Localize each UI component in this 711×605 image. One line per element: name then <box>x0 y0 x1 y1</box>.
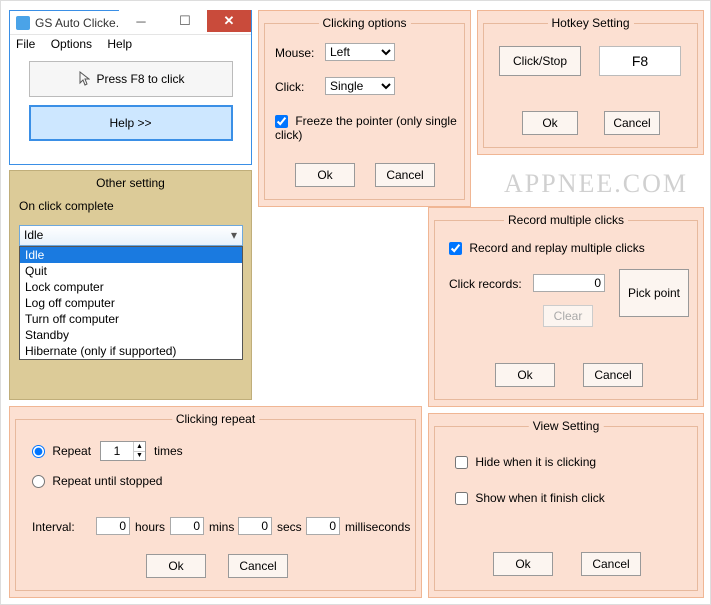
help-button[interactable]: Help >> <box>29 105 233 141</box>
record-cancel-button[interactable]: Cancel <box>583 363 643 387</box>
close-button[interactable]: ✕ <box>207 10 251 32</box>
menu-options[interactable]: Options <box>51 37 92 51</box>
hotkey-title: Hotkey Setting <box>547 16 633 30</box>
menu-help[interactable]: Help <box>107 37 132 51</box>
main-window: GS Auto Clicke... ─ ☐ ✕ File Options Hel… <box>9 10 252 165</box>
hotkey-panel: Hotkey Setting Click/Stop F8 Ok Cancel <box>477 10 704 155</box>
clear-button[interactable]: Clear <box>543 305 593 327</box>
help-label: Help >> <box>109 116 151 130</box>
show-checkbox[interactable] <box>455 492 468 505</box>
hotkey-ok-button[interactable]: Ok <box>522 111 578 135</box>
on-complete-combo[interactable]: Idle <box>19 225 243 246</box>
click-label: Click: <box>275 80 304 94</box>
click-records-label: Click records: <box>449 277 522 291</box>
view-title: View Setting <box>529 419 604 433</box>
dropdown-item-standby[interactable]: Standby <box>20 327 242 343</box>
press-hotkey-button[interactable]: Press F8 to click <box>29 61 233 97</box>
repeat-text: Repeat <box>52 444 91 458</box>
clicking-options-panel: Clicking options Mouse: Left Click: Sing… <box>258 10 471 207</box>
hotkey-display[interactable]: F8 <box>599 46 681 76</box>
show-checkbox-label[interactable]: Show when it finish click <box>455 491 605 505</box>
repeat-until-radio[interactable] <box>32 475 45 488</box>
times-label: times <box>154 444 183 458</box>
repeat-radio-label[interactable]: Repeat <box>32 444 91 458</box>
minimize-button[interactable]: ─ <box>119 10 163 32</box>
click-select[interactable]: Single <box>325 77 395 95</box>
title-bar: GS Auto Clicke... ─ ☐ ✕ <box>10 11 251 35</box>
app-icon <box>16 16 30 30</box>
watermark: APPNEE.COM <box>504 169 688 199</box>
click-records-input[interactable] <box>533 274 605 292</box>
dropdown-item-hibernate[interactable]: Hibernate (only if supported) <box>20 343 242 359</box>
repeat-group: Clicking repeat Repeat ▲ ▼ times Repeat … <box>15 419 416 591</box>
hours-input[interactable] <box>96 517 130 535</box>
hotkey-cancel-button[interactable]: Cancel <box>604 111 660 135</box>
view-cancel-button[interactable]: Cancel <box>581 552 641 576</box>
show-text: Show when it finish click <box>475 491 604 505</box>
clicking-options-group: Clicking options Mouse: Left Click: Sing… <box>264 23 465 200</box>
secs-input[interactable] <box>238 517 272 535</box>
mins-input[interactable] <box>170 517 204 535</box>
repeat-radio[interactable] <box>32 445 45 458</box>
repeat-until-label[interactable]: Repeat until stopped <box>32 474 162 488</box>
menu-file[interactable]: File <box>16 37 35 51</box>
record-checkbox-label[interactable]: Record and replay multiple clicks <box>449 241 645 255</box>
dropdown-item-logoff[interactable]: Log off computer <box>20 295 242 311</box>
on-complete-dropdown: Idle Quit Lock computer Log off computer… <box>19 246 243 360</box>
mins-label: mins <box>209 520 234 534</box>
record-checkbox[interactable] <box>449 242 462 255</box>
record-group: Record multiple clicks Record and replay… <box>434 220 698 400</box>
secs-label: secs <box>277 520 302 534</box>
ms-input[interactable] <box>306 517 340 535</box>
dropdown-item-idle[interactable]: Idle <box>20 247 242 263</box>
repeat-until-text: Repeat until stopped <box>52 474 162 488</box>
hide-checkbox-label[interactable]: Hide when it is clicking <box>455 455 596 469</box>
mouse-select[interactable]: Left <box>325 43 395 61</box>
dropdown-item-quit[interactable]: Quit <box>20 263 242 279</box>
hide-text: Hide when it is clicking <box>475 455 596 469</box>
freeze-checkbox[interactable] <box>275 115 288 128</box>
hours-label: hours <box>135 520 165 534</box>
clickstop-button[interactable]: Click/Stop <box>499 46 581 76</box>
pick-point-button[interactable]: Pick point <box>619 269 689 317</box>
repeat-title: Clicking repeat <box>172 412 259 426</box>
interval-label: Interval: <box>32 520 75 534</box>
ms-label: milliseconds <box>345 520 410 534</box>
dropdown-item-lock[interactable]: Lock computer <box>20 279 242 295</box>
record-ok-button[interactable]: Ok <box>495 363 555 387</box>
record-panel: Record multiple clicks Record and replay… <box>428 207 704 407</box>
spinner-up[interactable]: ▲ <box>134 442 145 451</box>
clicking-options-title: Clicking options <box>318 16 410 30</box>
cursor-icon <box>76 71 90 87</box>
window-title: GS Auto Clicke... <box>35 16 126 30</box>
view-group: View Setting Hide when it is clicking Sh… <box>434 426 698 591</box>
record-checkbox-text: Record and replay multiple clicks <box>469 241 644 255</box>
mouse-label: Mouse: <box>275 46 314 60</box>
spinner-down[interactable]: ▼ <box>134 451 145 461</box>
press-hotkey-label: Press F8 to click <box>96 72 184 86</box>
repeat-panel: Clicking repeat Repeat ▲ ▼ times Repeat … <box>9 406 422 598</box>
hotkey-group: Hotkey Setting Click/Stop F8 Ok Cancel <box>483 23 698 148</box>
clicking-ok-button[interactable]: Ok <box>295 163 355 187</box>
repeat-count-input[interactable] <box>101 442 133 460</box>
repeat-cancel-button[interactable]: Cancel <box>228 554 288 578</box>
dropdown-item-turnoff[interactable]: Turn off computer <box>20 311 242 327</box>
other-setting-panel: Other setting On click complete Idle Idl… <box>9 170 252 400</box>
freeze-checkbox-label[interactable]: Freeze the pointer (only single click) <box>275 114 464 142</box>
view-ok-button[interactable]: Ok <box>493 552 553 576</box>
other-setting-title: Other setting <box>10 176 251 190</box>
menu-bar: File Options Help <box>10 35 251 55</box>
record-title: Record multiple clicks <box>504 213 628 227</box>
hide-checkbox[interactable] <box>455 456 468 469</box>
on-complete-label: On click complete <box>19 199 243 213</box>
view-panel: View Setting Hide when it is clicking Sh… <box>428 413 704 598</box>
freeze-text: Freeze the pointer (only single click) <box>275 114 457 142</box>
repeat-ok-button[interactable]: Ok <box>146 554 206 578</box>
clicking-cancel-button[interactable]: Cancel <box>375 163 435 187</box>
maximize-button[interactable]: ☐ <box>163 10 207 32</box>
